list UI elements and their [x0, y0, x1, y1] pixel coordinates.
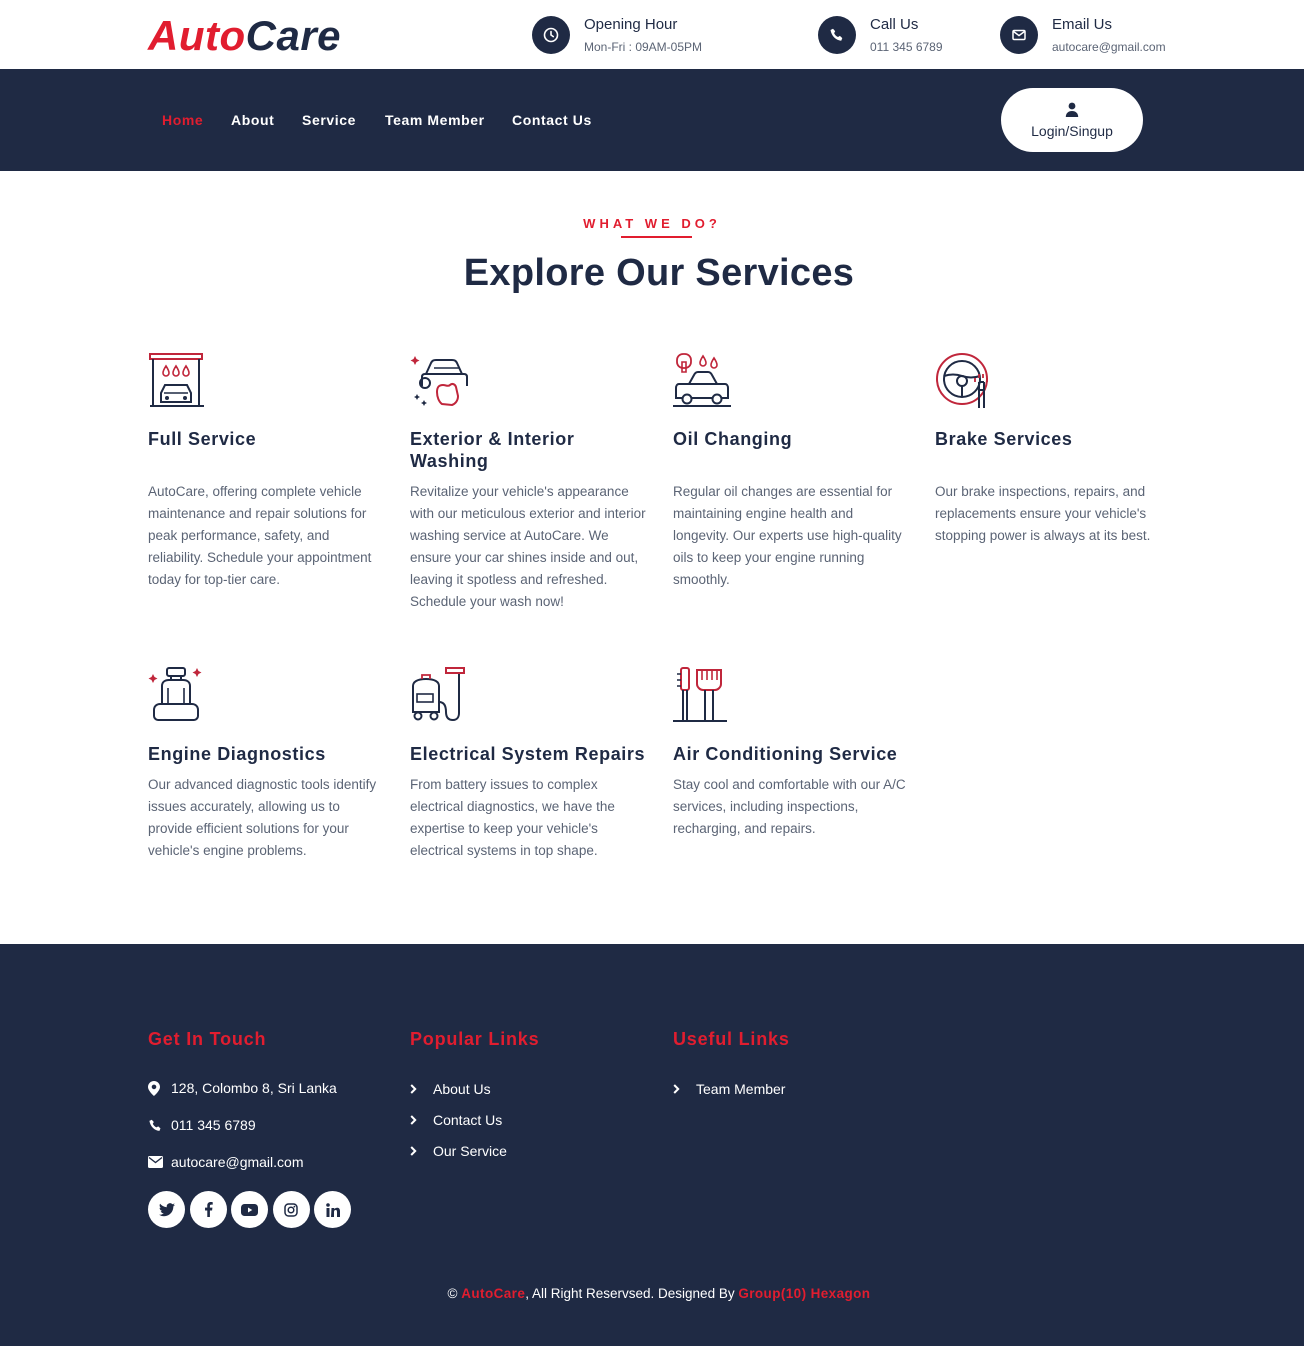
service-description: AutoCare, offering complete vehicle main…: [148, 484, 372, 587]
nav-contact-us[interactable]: Contact Us: [512, 112, 592, 128]
social-links: [148, 1191, 356, 1228]
footer-email-text[interactable]: autocare@gmail.com: [171, 1154, 304, 1170]
brand-logo[interactable]: AutoCare: [148, 10, 341, 62]
section-title: Explore Our Services: [463, 252, 855, 294]
brand-part1: Auto: [148, 12, 246, 59]
steering-wheel-icon: [936, 353, 988, 408]
envelope-icon: [148, 1156, 164, 1168]
footer-heading-useful-links: Useful Links: [673, 1029, 790, 1049]
brushes-icon: [673, 667, 727, 722]
service-description: Our brake inspections, repairs, and repl…: [935, 484, 1151, 543]
footer-link-label: Team Member: [696, 1081, 786, 1097]
copyright-symbol: ©: [447, 1286, 458, 1301]
service-title: Brake Services: [935, 429, 1073, 449]
car-wash-icon: [149, 353, 204, 407]
footer-link-label: Our Service: [433, 1143, 507, 1159]
service-description: Our advanced diagnostic tools identify i…: [148, 777, 377, 858]
map-marker-icon: [148, 1080, 164, 1096]
service-card-exterior-interior-washing: Exterior & Interior Washing Revitalize y…: [410, 352, 646, 609]
vacuum-cleaner-icon: [412, 667, 465, 722]
footer-link-our-service[interactable]: Our Service: [410, 1143, 507, 1159]
instagram-icon[interactable]: [272, 1191, 310, 1228]
footer-phone-text[interactable]: 011 345 6789: [171, 1117, 256, 1133]
brand-part2: Care: [245, 12, 342, 59]
car-cleaning-icon: [410, 356, 468, 407]
call-us-label: Call Us: [870, 16, 919, 33]
envelope-icon: [1000, 16, 1038, 54]
service-description: Stay cool and comfortable with our A/C s…: [673, 777, 906, 836]
main-nav: Home About Service Team Member Contact U…: [0, 69, 1304, 171]
service-card-air-conditioning-service: Air Conditioning Service Stay cool and c…: [673, 666, 909, 836]
email-us-info: Email Us autocare@gmail.com: [1000, 14, 1166, 56]
call-us-info: Call Us 011 345 6789: [818, 14, 943, 56]
service-title: Electrical System Repairs: [410, 744, 646, 764]
chevron-right-icon: [410, 1115, 426, 1125]
footer-heading-popular-links: Popular Links: [410, 1029, 540, 1049]
chevron-right-icon: [410, 1084, 426, 1094]
footer: Get In Touch Popular Links Useful Links …: [0, 944, 1304, 1346]
kicker-underline: [621, 236, 692, 238]
opening-hour-value: Mon-Fri : 09AM-05PM: [584, 40, 703, 54]
login-signup-label: Login/Singup: [1031, 122, 1113, 139]
user-icon: [1065, 102, 1079, 117]
linkedin-icon[interactable]: [314, 1191, 351, 1228]
phone-icon: [818, 16, 856, 54]
chevron-right-icon: [673, 1084, 689, 1094]
service-title: Air Conditioning Service: [673, 744, 898, 764]
top-bar: AutoCare Opening Hour Mon-Fri : 09AM-05P…: [0, 0, 1304, 69]
oil-change-icon: [673, 353, 731, 407]
call-us-value[interactable]: 011 345 6789: [870, 40, 943, 54]
service-title: Engine Diagnostics: [148, 744, 326, 764]
opening-hour-info: Opening Hour Mon-Fri : 09AM-05PM: [532, 14, 702, 56]
service-description: From battery issues to complex electrica…: [410, 777, 615, 858]
service-description: Revitalize your vehicle's appearance wit…: [410, 484, 646, 609]
service-card-electrical-system-repairs: Electrical System Repairs From battery i…: [410, 666, 646, 858]
nav-team-member[interactable]: Team Member: [385, 112, 485, 128]
section-kicker: WHAT WE DO?: [583, 216, 721, 231]
clock-icon: [532, 16, 570, 54]
footer-address: 128, Colombo 8, Sri Lanka: [148, 1080, 337, 1096]
footer-link-contact-us[interactable]: Contact Us: [410, 1112, 502, 1128]
youtube-icon[interactable]: [231, 1191, 268, 1228]
facebook-icon[interactable]: [189, 1191, 227, 1228]
footer-address-text: 128, Colombo 8, Sri Lanka: [171, 1080, 337, 1096]
nav-about[interactable]: About: [231, 112, 274, 128]
twitter-icon[interactable]: [148, 1191, 185, 1228]
service-description: Regular oil changes are essential for ma…: [673, 484, 902, 587]
footer-phone: 011 345 6789: [148, 1117, 256, 1133]
email-us-value[interactable]: autocare@gmail.com: [1052, 40, 1166, 54]
service-card-oil-changing: Oil Changing Regular oil changes are ess…: [673, 352, 909, 587]
copyright-text: , All Right Reservsed. Designed By: [525, 1286, 735, 1301]
service-title: Full Service: [148, 429, 257, 449]
chevron-right-icon: [410, 1146, 426, 1156]
login-signup-button[interactable]: Login/Singup: [1001, 88, 1143, 152]
copyright: © AutoCare, All Right Reservsed. Designe…: [0, 1286, 1304, 1301]
service-title: Oil Changing: [673, 429, 793, 449]
footer-link-label: Contact Us: [433, 1112, 503, 1128]
footer-link-about-us[interactable]: About Us: [410, 1081, 491, 1097]
car-seat-icon: [148, 667, 202, 721]
opening-hour-label: Opening Hour: [584, 16, 678, 33]
footer-heading-get-in-touch: Get In Touch: [148, 1029, 267, 1049]
copyright-brand-link[interactable]: AutoCare: [461, 1286, 525, 1301]
service-card-brake-services: Brake Services Our brake inspections, re…: [935, 352, 1171, 543]
email-us-label: Email Us: [1052, 16, 1113, 33]
service-title: Exterior & Interior Washing: [410, 429, 575, 471]
service-card-engine-diagnostics: Engine Diagnostics Our advanced diagnost…: [148, 666, 384, 858]
phone-icon: [148, 1118, 164, 1133]
footer-email: autocare@gmail.com: [148, 1154, 304, 1170]
copyright-designer-link[interactable]: Group(10) Hexagon: [738, 1286, 870, 1301]
footer-link-label: About Us: [433, 1081, 491, 1097]
service-card-full-service: Full Service AutoCare, offering complete…: [148, 352, 384, 587]
nav-home[interactable]: Home: [162, 112, 203, 128]
nav-service[interactable]: Service: [302, 112, 356, 128]
footer-link-team-member[interactable]: Team Member: [673, 1081, 785, 1097]
